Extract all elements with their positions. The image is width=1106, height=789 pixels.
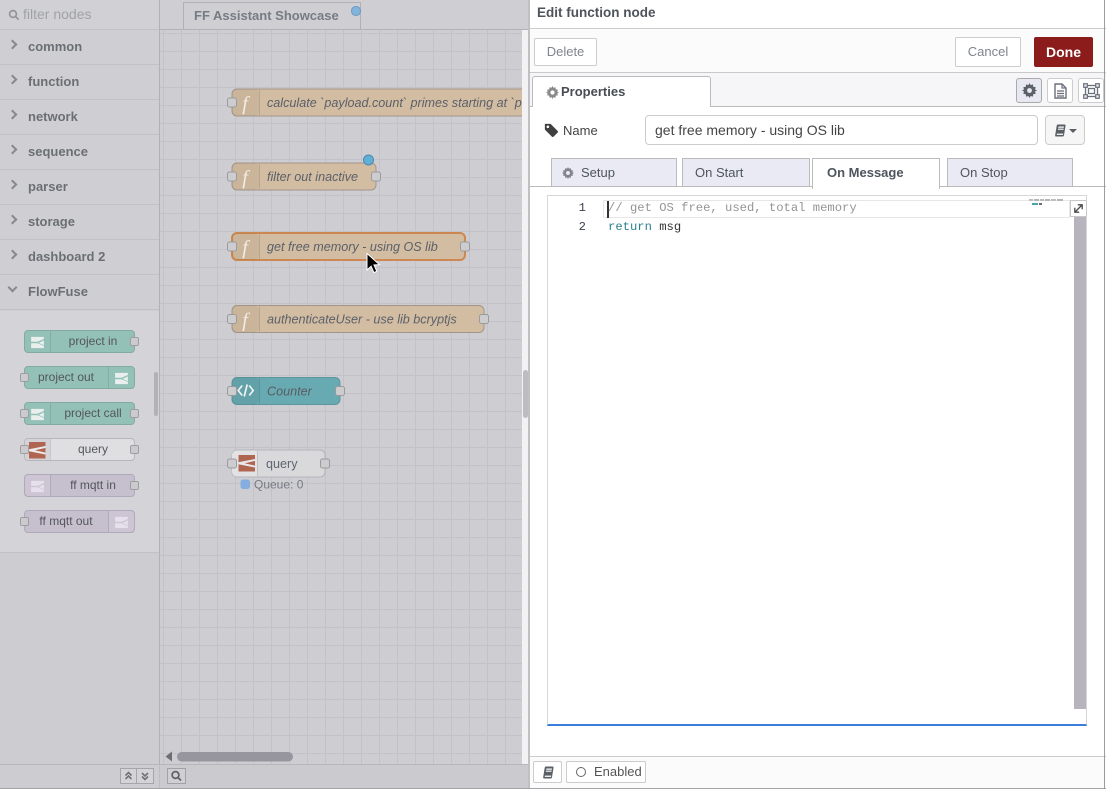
svg-text:Queue: 0: Queue: 0 xyxy=(254,478,304,492)
svg-text:Counter: Counter xyxy=(267,385,313,399)
svg-text:query: query xyxy=(266,457,298,471)
svg-text:get free memory - using OS lib: get free memory - using OS lib xyxy=(267,240,438,254)
svg-text:filter out inactive: filter out inactive xyxy=(267,170,358,184)
svg-text:calculate `payload.count` prim: calculate `payload.count` primes startin… xyxy=(267,96,522,110)
svg-text:authenticateUser - use lib bcr: authenticateUser - use lib bcryptjs xyxy=(267,313,457,327)
